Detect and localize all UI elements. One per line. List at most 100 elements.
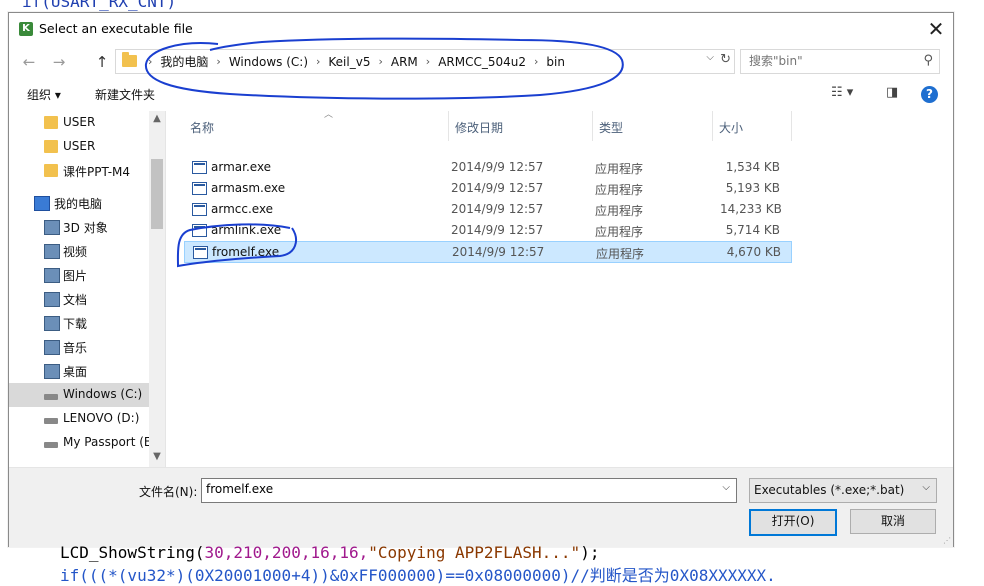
breadcrumb-item[interactable]: Windows (C:) — [229, 55, 308, 69]
column-label: 类型 — [599, 121, 624, 135]
sort-ascending-icon: ︿ — [324, 110, 334, 120]
breadcrumb-separator-icon[interactable]: › — [378, 55, 382, 68]
back-arrow-icon[interactable]: ← — [19, 52, 39, 72]
breadcrumb-separator-icon[interactable]: › — [148, 55, 152, 68]
breadcrumb-separator-icon[interactable]: › — [316, 55, 320, 68]
sidebar-item-label: 下载 — [63, 317, 88, 331]
sidebar-scrollbar[interactable]: ▲ ▼ — [149, 111, 165, 467]
scroll-down-icon[interactable]: ▼ — [149, 451, 165, 462]
sidebar-item-label: 桌面 — [63, 365, 88, 379]
executable-file-icon — [192, 224, 207, 237]
file-type: 应用程序 — [595, 225, 644, 239]
refresh-icon[interactable]: ↻ — [720, 52, 731, 67]
file-date: 2014/9/9 12:57 — [451, 160, 544, 174]
breadcrumb-item[interactable]: ARMCC_504u2 — [438, 55, 526, 69]
sidebar-item[interactable]: 视频 — [9, 239, 149, 263]
up-arrow-icon[interactable]: ↑ — [92, 52, 112, 72]
code-string: "Copying APP2FLASH..." — [368, 543, 581, 562]
search-box[interactable]: ⚲ — [740, 49, 940, 74]
sidebar-item[interactable]: 3D 对象 — [9, 215, 149, 239]
sidebar-item-label: 文档 — [63, 293, 88, 307]
dialog-footer: 文件名(N): ⌵ Executables (*.exe;*.bat) ⌵ 打开… — [9, 467, 953, 547]
documents-icon — [44, 292, 60, 307]
3d-objects-icon — [44, 220, 60, 235]
help-icon[interactable]: ? — [921, 86, 938, 103]
file-name: fromelf.exe — [212, 245, 280, 259]
sidebar-item[interactable]: USER — [9, 111, 149, 135]
filename-field[interactable] — [206, 482, 706, 496]
column-header-type[interactable]: 类型 — [593, 111, 713, 141]
file-name: armcc.exe — [211, 202, 274, 216]
cancel-button[interactable]: 取消 — [850, 509, 936, 534]
sidebar-item[interactable]: My Passport (E — [9, 431, 152, 455]
column-label: 大小 — [719, 121, 744, 135]
sidebar-item[interactable]: 下载 — [9, 311, 149, 335]
preview-pane-icon[interactable]: ◨ — [886, 85, 898, 100]
executable-file-icon — [192, 161, 207, 174]
new-folder-button[interactable]: 新建文件夹 — [95, 86, 155, 103]
desktop-icon — [44, 364, 60, 379]
filename-label: 文件名(N): — [139, 485, 198, 499]
resize-grip-icon[interactable]: ⋰ — [943, 536, 951, 545]
breadcrumb-separator-icon[interactable]: › — [426, 55, 430, 68]
sidebar-item[interactable]: 我的电脑 — [9, 191, 149, 215]
breadcrumb-item[interactable]: 我的电脑 — [160, 53, 208, 70]
close-button[interactable]: ✕ — [919, 13, 953, 45]
breadcrumb-item[interactable]: ARM — [391, 55, 418, 69]
title-bar: K Select an executable file ✕ — [9, 13, 953, 45]
file-size: 1,534 KB — [725, 160, 780, 174]
code-line-show-string: LCD_ShowString(30,210,200,16,16,"Copying… — [60, 543, 599, 562]
column-label: 名称 — [190, 121, 215, 135]
file-row[interactable]: fromelf.exe 2014/9/9 12:57 应用程序 4,670 KB — [184, 241, 792, 263]
forward-arrow-icon[interactable]: → — [49, 52, 69, 72]
sidebar-item[interactable]: 音乐 — [9, 335, 149, 359]
sidebar-item[interactable]: USER — [9, 135, 149, 159]
file-type: 应用程序 — [596, 247, 645, 261]
breadcrumb-separator-icon[interactable]: › — [534, 55, 538, 68]
file-row[interactable]: armar.exe 2014/9/9 12:57 应用程序 1,534 KB — [184, 157, 790, 177]
sidebar-item-label: 3D 对象 — [63, 221, 108, 235]
executable-file-icon — [192, 182, 207, 195]
scrollbar-thumb[interactable] — [151, 159, 163, 229]
file-row[interactable]: armlink.exe 2014/9/9 12:57 应用程序 5,714 KB — [184, 220, 790, 240]
computer-icon — [34, 196, 50, 211]
sidebar-item-label: 视频 — [63, 245, 88, 259]
column-header-name[interactable]: ︿ 名称 — [184, 110, 449, 141]
file-type: 应用程序 — [595, 183, 644, 197]
executable-file-icon — [193, 246, 208, 259]
breadcrumb-item[interactable]: Keil_v5 — [328, 55, 370, 69]
file-name: armar.exe — [211, 160, 272, 174]
view-options-icon[interactable]: ☷ ▾ — [831, 85, 853, 100]
file-size: 5,193 KB — [725, 181, 780, 195]
file-row[interactable]: armasm.exe 2014/9/9 12:57 应用程序 5,193 KB — [184, 178, 790, 198]
sidebar-item-label: USER — [63, 139, 96, 153]
file-date: 2014/9/9 12:57 — [451, 181, 544, 195]
filename-combobox[interactable]: ⌵ — [201, 478, 737, 503]
sidebar-item[interactable]: LENOVO (D:) — [9, 407, 149, 431]
column-header-size[interactable]: 大小 — [713, 111, 792, 141]
file-size: 5,714 KB — [725, 223, 780, 237]
search-input[interactable] — [749, 54, 909, 68]
sidebar-item[interactable]: Windows (C:) — [9, 383, 149, 407]
scroll-up-icon[interactable]: ▲ — [149, 113, 165, 124]
sidebar-item[interactable]: 课件PPT-M4 — [9, 159, 149, 183]
breadcrumb: › 我的电脑 › Windows (C:) › Keil_v5 › ARM › ARMCC_504… — [144, 50, 569, 73]
file-type-filter[interactable]: Executables (*.exe;*.bat) ⌵ — [749, 478, 937, 503]
organize-menu[interactable]: 组织 ▾ — [27, 86, 61, 103]
breadcrumb-separator-icon[interactable]: › — [216, 55, 220, 68]
chevron-down-icon[interactable]: ⌵ — [722, 482, 730, 493]
breadcrumb-item[interactable]: bin — [546, 55, 565, 69]
column-header-date[interactable]: 修改日期 — [449, 111, 593, 141]
column-label: 修改日期 — [455, 121, 504, 135]
sidebar-item-label: 我的电脑 — [54, 197, 103, 211]
sidebar-item[interactable]: 图片 — [9, 263, 149, 287]
chevron-down-icon[interactable]: ⌵ — [706, 52, 714, 63]
code-end: ); — [580, 543, 600, 562]
address-bar[interactable]: › 我的电脑 › Windows (C:) › Keil_v5 › ARM › ARMCC_504… — [115, 49, 735, 74]
sidebar-item[interactable]: 文档 — [9, 287, 149, 311]
open-button[interactable]: 打开(O) — [749, 509, 837, 536]
file-date: 2014/9/9 12:57 — [451, 202, 544, 216]
sidebar-item-label: 图片 — [63, 269, 88, 283]
file-row[interactable]: armcc.exe 2014/9/9 12:57 应用程序 14,233 KB — [184, 199, 790, 219]
sidebar-item[interactable]: 桌面 — [9, 359, 149, 383]
